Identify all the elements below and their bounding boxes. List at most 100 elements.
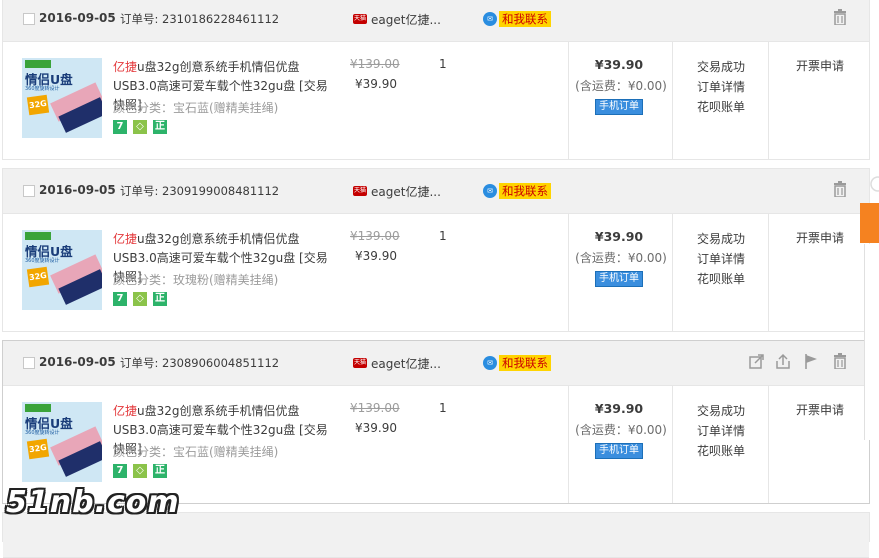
order-body: 情侣U盘 360度旋转设计 32G 亿捷u盘32g创意系统手机情侣优盘USB3.…	[3, 213, 869, 331]
order-card: 2016-09-05 订单号: 2309199008481112 天猫 eage…	[2, 168, 870, 332]
trash-icon[interactable]	[833, 353, 847, 369]
side-toolbar-icon[interactable]	[868, 170, 879, 200]
contact-label: 和我联系	[499, 11, 551, 27]
upload-icon[interactable]	[775, 353, 791, 369]
shipping-fee: (含运费：¥0.00)	[575, 423, 667, 437]
order-checkbox[interactable]	[23, 185, 35, 197]
order-card: 2016-09-05 订单号: 2310186228461112 天猫 eage…	[2, 0, 870, 160]
original-price: ¥139.00	[350, 229, 400, 243]
unit-price: ¥39.90	[355, 77, 397, 91]
order-date: 2016-09-05	[39, 355, 116, 369]
share-icon[interactable]	[749, 353, 765, 369]
order-header: 2016-09-05 订单号: 2310186228461112 天猫 eage…	[3, 0, 869, 42]
product-thumbnail[interactable]: 情侣U盘 360度旋转设计 32G	[22, 230, 102, 310]
watermark: 51nb.com	[6, 485, 180, 520]
order-checkbox[interactable]	[23, 357, 35, 369]
invoice-request-link[interactable]: 开票申请	[796, 57, 844, 74]
column-divider	[672, 385, 673, 503]
flag-icon[interactable]	[803, 353, 819, 369]
order-details-link[interactable]: 订单详情	[697, 77, 745, 97]
column-divider	[672, 213, 673, 331]
huabei-bill-link[interactable]: 花呗账单	[697, 441, 745, 461]
product-thumbnail[interactable]: 情侣U盘 360度旋转设计 32G	[22, 402, 102, 482]
quantity: 1	[439, 229, 447, 243]
thumb-subtitle: 360度旋转设计	[25, 430, 60, 436]
mobile-order-tag: 手机订单	[595, 443, 643, 459]
shop-name-link[interactable]: eaget亿捷...	[371, 11, 441, 28]
order-details-link[interactable]: 订单详情	[697, 249, 745, 269]
order-total: ¥39.90	[594, 57, 644, 72]
trade-status: 交易成功	[697, 232, 746, 246]
order-body: 情侣U盘 360度旋转设计 32G 亿捷u盘32g创意系统手机情侣优盘USB3.…	[3, 41, 869, 159]
brand-logo	[25, 232, 51, 240]
huabei-bill-link[interactable]: 花呗账单	[697, 97, 745, 117]
column-divider	[768, 385, 769, 503]
quantity: 1	[439, 401, 447, 415]
product-variant: 颜色分类：玫瑰粉(赠精美挂绳)	[113, 273, 279, 287]
order-total: ¥39.90	[594, 401, 644, 416]
invoice-request-link[interactable]: 开票申请	[796, 401, 844, 418]
product-brand: 亿捷	[113, 232, 138, 246]
tmall-icon: 天猫	[353, 358, 367, 368]
tmall-icon: 天猫	[353, 14, 367, 24]
invoice-request-link[interactable]: 开票申请	[796, 229, 844, 246]
mobile-order-tag: 手机订单	[595, 99, 643, 115]
brand-logo	[25, 60, 51, 68]
shipping-insurance-icon[interactable]: ◇	[133, 120, 147, 134]
capacity-tag: 32G	[26, 266, 50, 288]
order-status-column: 交易成功 订单详情 花呗账单	[697, 57, 745, 117]
service-badges: 7 ◇ 正	[113, 292, 173, 308]
capacity-tag: 32G	[26, 438, 50, 460]
trade-status: 交易成功	[697, 404, 746, 418]
genuine-guarantee-icon[interactable]: 正	[153, 120, 167, 134]
seven-day-return-icon[interactable]: 7	[113, 292, 127, 306]
order-checkbox[interactable]	[23, 13, 35, 25]
trade-status: 交易成功	[697, 60, 746, 74]
contact-label: 和我联系	[499, 183, 551, 199]
seven-day-return-icon[interactable]: 7	[113, 120, 127, 134]
thumb-subtitle: 360度旋转设计	[25, 258, 60, 264]
mobile-order-tag: 手机订单	[595, 271, 643, 287]
order-date: 2016-09-05	[39, 183, 116, 197]
shipping-insurance-icon[interactable]: ◇	[133, 464, 147, 478]
product-brand: 亿捷	[113, 60, 138, 74]
product-variant: 颜色分类：宝石蓝(赠精美挂绳)	[113, 445, 279, 459]
product-brand: 亿捷	[113, 404, 138, 418]
service-badges: 7 ◇ 正	[113, 120, 173, 136]
tmall-icon: 天猫	[353, 186, 367, 196]
capacity-tag: 32G	[26, 94, 50, 116]
shipping-insurance-icon[interactable]: ◇	[133, 292, 147, 306]
order-details-link[interactable]: 订单详情	[697, 421, 745, 441]
seven-day-return-icon[interactable]: 7	[113, 464, 127, 478]
trash-icon[interactable]	[833, 9, 847, 25]
unit-price: ¥39.90	[355, 421, 397, 435]
order-number: 订单号: 2308906004851112	[120, 356, 280, 370]
column-divider	[768, 41, 769, 159]
thumb-subtitle: 360度旋转设计	[25, 86, 60, 92]
order-date: 2016-09-05	[39, 11, 116, 25]
order-status-column: 交易成功 订单详情 花呗账单	[697, 229, 745, 289]
order-header: 2016-09-05 订单号: 2308906004851112 天猫 eage…	[3, 341, 869, 386]
genuine-guarantee-icon[interactable]: 正	[153, 292, 167, 306]
genuine-guarantee-icon[interactable]: 正	[153, 464, 167, 478]
order-total: ¥39.90	[594, 229, 644, 244]
shop-name-link[interactable]: eaget亿捷...	[371, 183, 441, 200]
brand-logo	[25, 404, 51, 412]
shipping-fee: (含运费：¥0.00)	[575, 251, 667, 265]
shop-name-link[interactable]: eaget亿捷...	[371, 355, 441, 372]
quantity: 1	[439, 57, 447, 71]
huabei-bill-link[interactable]: 花呗账单	[697, 269, 745, 289]
order-number: 订单号: 2310186228461112	[120, 12, 280, 26]
original-price: ¥139.00	[350, 57, 400, 71]
order-card: 2016-09-05 订单号: 2308906004851112 天猫 eage…	[2, 340, 870, 504]
column-divider	[768, 213, 769, 331]
contact-label: 和我联系	[499, 355, 551, 371]
chat-icon: ✉	[483, 184, 497, 198]
trash-icon[interactable]	[833, 181, 847, 197]
chat-icon: ✉	[483, 356, 497, 370]
original-price: ¥139.00	[350, 401, 400, 415]
product-thumbnail[interactable]: 情侣U盘 360度旋转设计 32G	[22, 58, 102, 138]
shipping-fee: (含运费：¥0.00)	[575, 79, 667, 93]
order-header: 2016-09-05 订单号: 2309199008481112 天猫 eage…	[3, 169, 869, 214]
side-panel-tab[interactable]	[860, 203, 879, 243]
